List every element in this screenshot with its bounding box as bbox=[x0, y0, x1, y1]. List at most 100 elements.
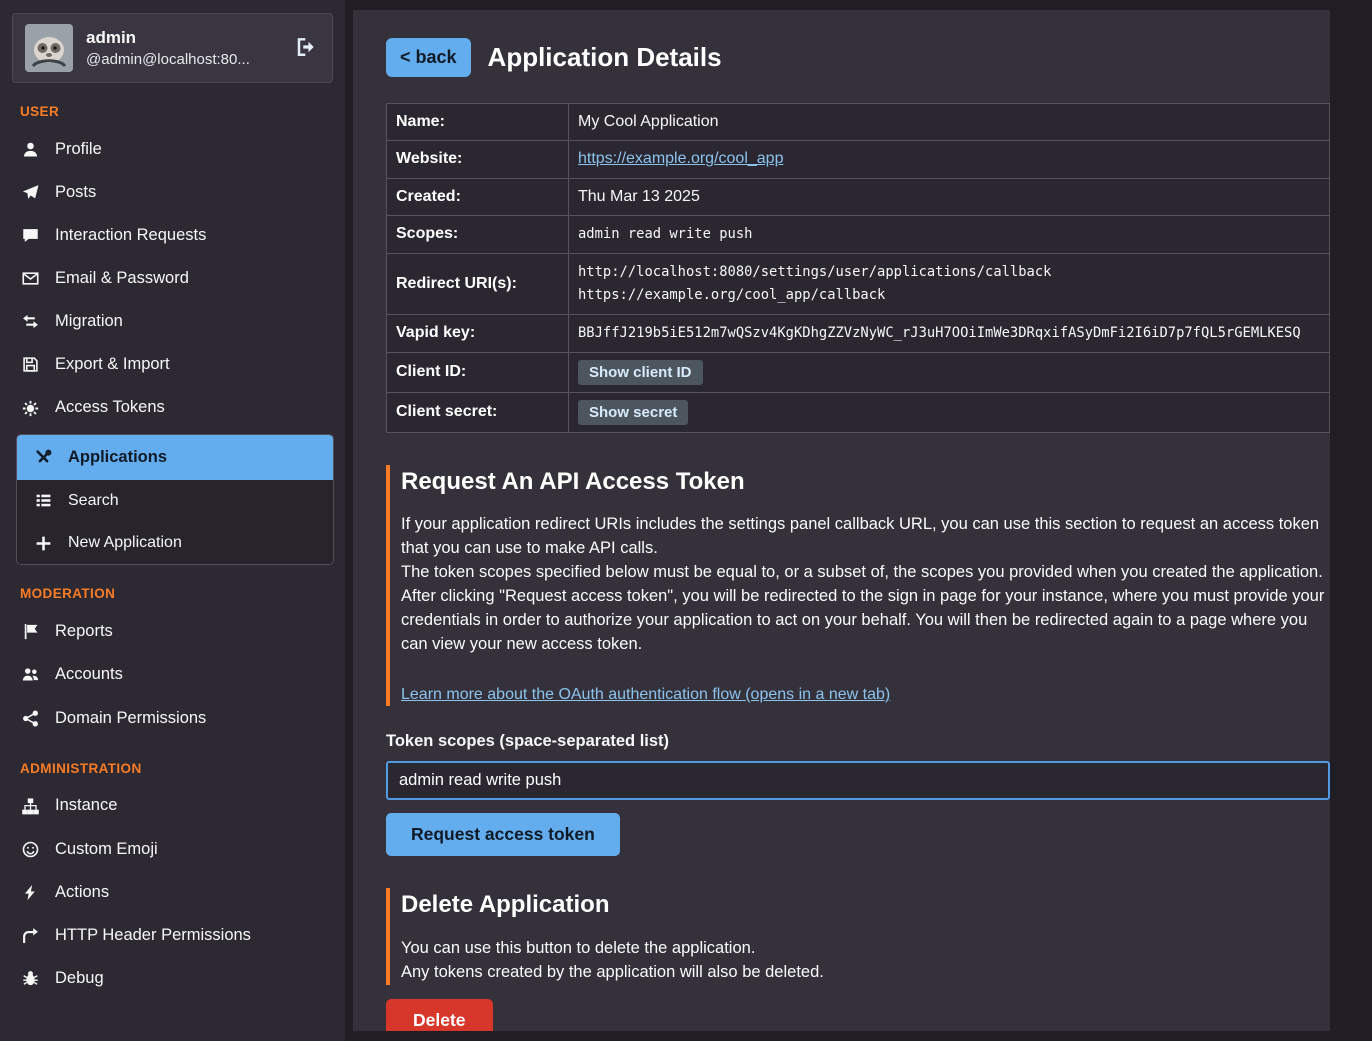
list-icon bbox=[33, 492, 53, 509]
request-access-token-button[interactable]: Request access token bbox=[386, 813, 620, 856]
sidebar-item-custom-emoji[interactable]: Custom Emoji bbox=[0, 828, 345, 871]
sidebar-item-label: Domain Permissions bbox=[55, 707, 206, 730]
sitemap-icon bbox=[20, 798, 40, 815]
detail-value: https://example.org/cool_app bbox=[569, 141, 1330, 178]
redirect-uri: https://example.org/cool_app/callback bbox=[578, 284, 1320, 307]
detail-label: Scopes: bbox=[387, 216, 569, 253]
smile-icon bbox=[20, 841, 40, 858]
page-header: < back Application Details bbox=[386, 38, 1330, 77]
sidebar-item-label: Custom Emoji bbox=[55, 838, 158, 861]
tools-icon bbox=[33, 449, 53, 466]
detail-row-website: Website:https://example.org/cool_app bbox=[387, 141, 1330, 178]
paper-plane-icon bbox=[20, 184, 40, 201]
arrows-left-right-icon bbox=[20, 313, 40, 330]
sidebar-item-label: New Application bbox=[68, 532, 182, 554]
sidebar: admin @admin@localhost:80... USER Profile… bbox=[0, 0, 345, 1041]
plus-icon bbox=[33, 535, 53, 552]
sidebar-item-label: Email & Password bbox=[55, 267, 189, 290]
certificate-icon bbox=[20, 400, 40, 417]
mono-value: BBJffJ219b5iE512m7wQSzv4KgKDhgZZVzNyWC_r… bbox=[578, 325, 1301, 341]
delete-section-intro: Delete Application You can use this butt… bbox=[386, 888, 1330, 984]
detail-label: Client ID: bbox=[387, 352, 569, 392]
sidebar-item-export-import[interactable]: Export & Import bbox=[0, 343, 345, 386]
detail-label: Vapid key: bbox=[387, 315, 569, 352]
website-link[interactable]: https://example.org/cool_app bbox=[578, 150, 783, 167]
avatar bbox=[25, 24, 73, 72]
sidebar-item-label: Applications bbox=[68, 446, 167, 469]
detail-value: Show secret bbox=[569, 392, 1330, 432]
sidebar-item-new-application[interactable]: New Application bbox=[17, 522, 333, 564]
nav-group-applications: Applications Search New Application bbox=[16, 434, 334, 566]
sidebar-item-label: Accounts bbox=[55, 663, 123, 686]
delete-section-lines: You can use this button to delete the ap… bbox=[401, 937, 1330, 985]
detail-row-vapid-key: Vapid key: BBJffJ219b5iE512m7wQSzv4KgKDhg… bbox=[387, 315, 1330, 352]
sidebar-item-label: Access Tokens bbox=[55, 396, 165, 419]
app-root: admin @admin@localhost:80... USER Profile… bbox=[0, 0, 1372, 1041]
token-section-intro: Request An API Access Token If your appl… bbox=[386, 465, 1330, 707]
envelope-icon bbox=[20, 270, 40, 287]
sidebar-item-domain-permissions[interactable]: Domain Permissions bbox=[0, 697, 345, 740]
redirect-uri: http://localhost:8080/settings/user/appl… bbox=[578, 261, 1320, 284]
back-button[interactable]: < back bbox=[386, 38, 471, 77]
sign-out-icon[interactable] bbox=[292, 35, 320, 61]
bug-icon bbox=[20, 970, 40, 987]
token-scopes-input[interactable] bbox=[386, 761, 1330, 800]
mono-value: admin read write push bbox=[578, 226, 752, 242]
submenu-applications: Search New Application bbox=[17, 480, 333, 565]
sidebar-item-accounts[interactable]: Accounts bbox=[0, 653, 345, 696]
page-title: Application Details bbox=[488, 39, 722, 75]
sidebar-item-migration[interactable]: Migration bbox=[0, 300, 345, 343]
sidebar-item-instance[interactable]: Instance bbox=[0, 784, 345, 827]
token-section-title: Request An API Access Token bbox=[401, 465, 1330, 499]
detail-value: http://localhost:8080/settings/user/appl… bbox=[569, 253, 1330, 315]
sidebar-item-interaction-requests[interactable]: Interaction Requests bbox=[0, 214, 345, 257]
user-name: admin bbox=[86, 26, 250, 50]
main-content: < back Application Details Name:My Cool … bbox=[353, 10, 1330, 1031]
token-section-paragraph: The token scopes specified below must be… bbox=[401, 561, 1330, 585]
detail-value: Thu Mar 13 2025 bbox=[569, 178, 1330, 215]
sidebar-item-search[interactable]: Search bbox=[17, 480, 333, 522]
detail-row-scopes: Scopes: admin read write push bbox=[387, 216, 1330, 253]
delete-section-line: Any tokens created by the application wi… bbox=[401, 961, 1330, 985]
token-section-paragraph: If your application redirect URIs includ… bbox=[401, 513, 1330, 561]
sidebar-item-label: Interaction Requests bbox=[55, 224, 206, 247]
sidebar-item-profile[interactable]: Profile bbox=[0, 128, 345, 171]
sidebar-item-applications[interactable]: Applications bbox=[17, 435, 333, 480]
user-card[interactable]: admin @admin@localhost:80... bbox=[12, 13, 333, 83]
sidebar-item-http-header-permissions[interactable]: HTTP Header Permissions bbox=[0, 914, 345, 957]
sidebar-item-posts[interactable]: Posts bbox=[0, 171, 345, 214]
user-handle: @admin@localhost:80... bbox=[86, 49, 250, 70]
section-label-user: USER bbox=[20, 103, 345, 122]
delete-section: Delete Application You can use this butt… bbox=[386, 888, 1330, 1031]
users-icon bbox=[20, 666, 40, 683]
user-card-text: admin @admin@localhost:80... bbox=[86, 26, 250, 71]
sidebar-item-label: HTTP Header Permissions bbox=[55, 924, 251, 947]
sidebar-item-reports[interactable]: Reports bbox=[0, 610, 345, 653]
token-section: Request An API Access Token If your appl… bbox=[386, 465, 1330, 857]
token-section-paragraph: After clicking "Request access token", y… bbox=[401, 585, 1330, 657]
show-client-id-button[interactable]: Show client ID bbox=[578, 360, 703, 385]
sidebar-item-label: Migration bbox=[55, 310, 123, 333]
detail-label: Redirect URI(s): bbox=[387, 253, 569, 315]
sidebar-item-actions[interactable]: Actions bbox=[0, 871, 345, 914]
delete-application-button[interactable]: Delete bbox=[386, 999, 493, 1031]
share-nodes-icon bbox=[20, 710, 40, 727]
oauth-docs-link[interactable]: Learn more about the OAuth authenticatio… bbox=[401, 684, 890, 706]
delete-section-title: Delete Application bbox=[401, 888, 1330, 922]
sidebar-item-access-tokens[interactable]: Access Tokens bbox=[0, 386, 345, 429]
detail-value: My Cool Application bbox=[569, 104, 1330, 141]
sidebar-item-label: Export & Import bbox=[55, 353, 170, 376]
show-secret-button[interactable]: Show secret bbox=[578, 400, 688, 425]
application-details-table: Name:My Cool ApplicationWebsite:https://… bbox=[386, 103, 1330, 433]
token-section-paragraphs: If your application redirect URIs includ… bbox=[401, 513, 1330, 657]
section-label-administration: ADMINISTRATION bbox=[20, 760, 345, 779]
details-table-body: Name:My Cool ApplicationWebsite:https://… bbox=[387, 104, 1330, 433]
sidebar-item-label: Posts bbox=[55, 181, 96, 204]
detail-row-client-secret: Client secret:Show secret bbox=[387, 392, 1330, 432]
sidebar-item-label: Actions bbox=[55, 881, 109, 904]
token-scopes-label: Token scopes (space-separated list) bbox=[386, 730, 1330, 753]
user-icon bbox=[20, 141, 40, 158]
sidebar-item-email-password[interactable]: Email & Password bbox=[0, 257, 345, 300]
sidebar-item-debug[interactable]: Debug bbox=[0, 957, 345, 1000]
floppy-icon bbox=[20, 356, 40, 373]
